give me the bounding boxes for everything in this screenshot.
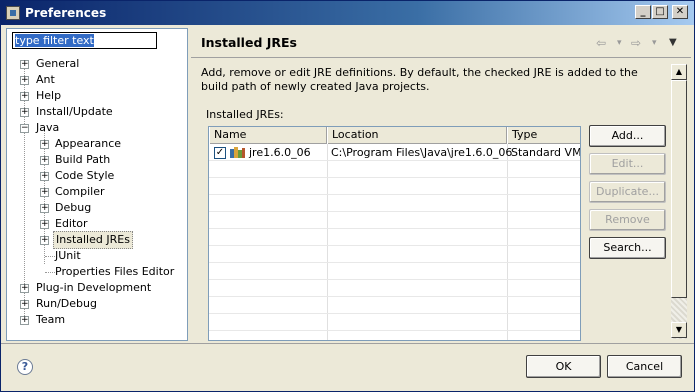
expand-icon[interactable]: +	[40, 236, 49, 245]
filter-input-text: type filter text	[15, 34, 94, 47]
jre-library-icon	[230, 147, 245, 158]
table-row	[209, 162, 580, 178]
duplicate-button[interactable]: Duplicate...	[589, 181, 666, 203]
filter-input[interactable]: type filter text	[12, 32, 157, 49]
jre-table: Name Location Type ✓ jre1.6.0_06 C:\Prog…	[208, 126, 581, 341]
page-header: Installed JREs ⇦ ▾ ⇨ ▾ ▼	[191, 28, 691, 58]
table-row	[209, 264, 580, 280]
table-row	[209, 230, 580, 246]
table-row	[209, 196, 580, 212]
tree-item-editor[interactable]: Editor	[55, 216, 88, 232]
expand-icon[interactable]: +	[20, 76, 29, 85]
edit-button[interactable]: Edit...	[589, 153, 666, 175]
column-header-name[interactable]: Name	[209, 127, 327, 144]
expand-icon[interactable]: +	[20, 316, 29, 325]
expand-icon[interactable]: +	[40, 188, 49, 197]
back-arrow-icon[interactable]: ⇦	[596, 36, 606, 50]
tree-item-team[interactable]: Team	[36, 312, 65, 328]
table-row	[209, 179, 580, 195]
window-title: Preferences	[25, 6, 107, 20]
jre-default-checkbox[interactable]: ✓	[214, 147, 226, 159]
page-description: Add, remove or edit JRE definitions. By …	[201, 66, 638, 93]
tree-item-properties-files-editor[interactable]: Properties Files Editor	[55, 264, 174, 280]
table-row	[209, 298, 580, 314]
window-icon	[6, 6, 20, 20]
dialog-button-bar: ? OK Cancel	[1, 343, 694, 391]
table-row	[209, 213, 580, 229]
tree-item-install-update[interactable]: Install/Update	[36, 104, 113, 120]
expand-icon[interactable]: +	[20, 284, 29, 293]
table-row	[209, 315, 580, 331]
remove-button[interactable]: Remove	[589, 209, 666, 231]
preferences-window: Preferences _ □ ✕ type filter text + Gen…	[0, 0, 695, 392]
cancel-button[interactable]: Cancel	[607, 355, 682, 378]
tree-connector	[24, 64, 25, 316]
expand-icon[interactable]: +	[40, 172, 49, 181]
close-button[interactable]: ✕	[672, 5, 688, 19]
installed-jres-label: Installed JREs:	[206, 108, 284, 121]
preference-page: Installed JREs ⇦ ▾ ⇨ ▾ ▼ Add, remove or …	[191, 28, 691, 341]
scrollbar-thumb[interactable]	[671, 80, 687, 298]
scroll-down-icon[interactable]: ▼	[671, 322, 687, 338]
tree-item-appearance[interactable]: Appearance	[55, 136, 121, 152]
table-row[interactable]: ✓ jre1.6.0_06 C:\Program Files\Java\jre1…	[209, 145, 580, 161]
view-menu-icon[interactable]: ▼	[669, 37, 677, 48]
jre-name: jre1.6.0_06	[249, 146, 311, 159]
expand-icon[interactable]: +	[40, 220, 49, 229]
tree-item-java[interactable]: Java	[36, 120, 59, 136]
tree-item-installed-jres[interactable]: Installed JREs	[53, 231, 133, 249]
expand-icon[interactable]: +	[20, 300, 29, 309]
tree-item-help[interactable]: Help	[36, 88, 61, 104]
tree-item-build-path[interactable]: Build Path	[55, 152, 110, 168]
expand-icon[interactable]: +	[40, 156, 49, 165]
tree-connector	[45, 256, 55, 257]
tree-item-plugin-development[interactable]: Plug-in Development	[36, 280, 151, 296]
tree-item-run-debug[interactable]: Run/Debug	[36, 296, 97, 312]
expand-icon[interactable]: +	[20, 60, 29, 69]
title-bar[interactable]: Preferences _ □ ✕	[1, 1, 694, 25]
tree-item-debug[interactable]: Debug	[55, 200, 91, 216]
forward-history-dropdown-icon[interactable]: ▾	[652, 38, 657, 48]
search-button[interactable]: Search...	[589, 237, 666, 259]
maximize-button[interactable]: □	[652, 5, 668, 19]
tree-item-junit[interactable]: JUnit	[55, 248, 81, 264]
expand-icon[interactable]: +	[40, 140, 49, 149]
scroll-up-icon[interactable]: ▲	[671, 64, 687, 80]
table-row	[209, 281, 580, 297]
expand-icon[interactable]: +	[20, 92, 29, 101]
preference-tree-pane: type filter text + General + Ant + Help …	[6, 28, 188, 341]
table-header: Name Location Type	[209, 127, 580, 144]
vertical-scrollbar[interactable]: ▲ ▼	[671, 64, 687, 339]
back-history-dropdown-icon[interactable]: ▾	[617, 38, 622, 48]
collapse-icon[interactable]: −	[20, 124, 29, 133]
tree-item-general[interactable]: General	[36, 56, 79, 72]
minimize-button[interactable]: _	[635, 5, 651, 19]
tree-item-ant[interactable]: Ant	[36, 72, 55, 88]
expand-icon[interactable]: +	[20, 108, 29, 117]
tree-connector	[45, 272, 55, 273]
column-header-location[interactable]: Location	[327, 127, 507, 144]
add-button[interactable]: Add...	[589, 125, 666, 147]
column-header-type[interactable]: Type	[507, 127, 580, 144]
table-row	[209, 247, 580, 263]
jre-location: C:\Program Files\Java\jre1.6.0_06	[331, 146, 513, 159]
help-icon[interactable]: ?	[17, 359, 33, 375]
jre-type: Standard VM	[511, 146, 581, 159]
tree-item-code-style[interactable]: Code Style	[55, 168, 114, 184]
expand-icon[interactable]: +	[40, 204, 49, 213]
ok-button[interactable]: OK	[526, 355, 601, 378]
tree-item-compiler[interactable]: Compiler	[55, 184, 105, 200]
page-title: Installed JREs	[201, 35, 298, 50]
forward-arrow-icon[interactable]: ⇨	[631, 36, 641, 50]
